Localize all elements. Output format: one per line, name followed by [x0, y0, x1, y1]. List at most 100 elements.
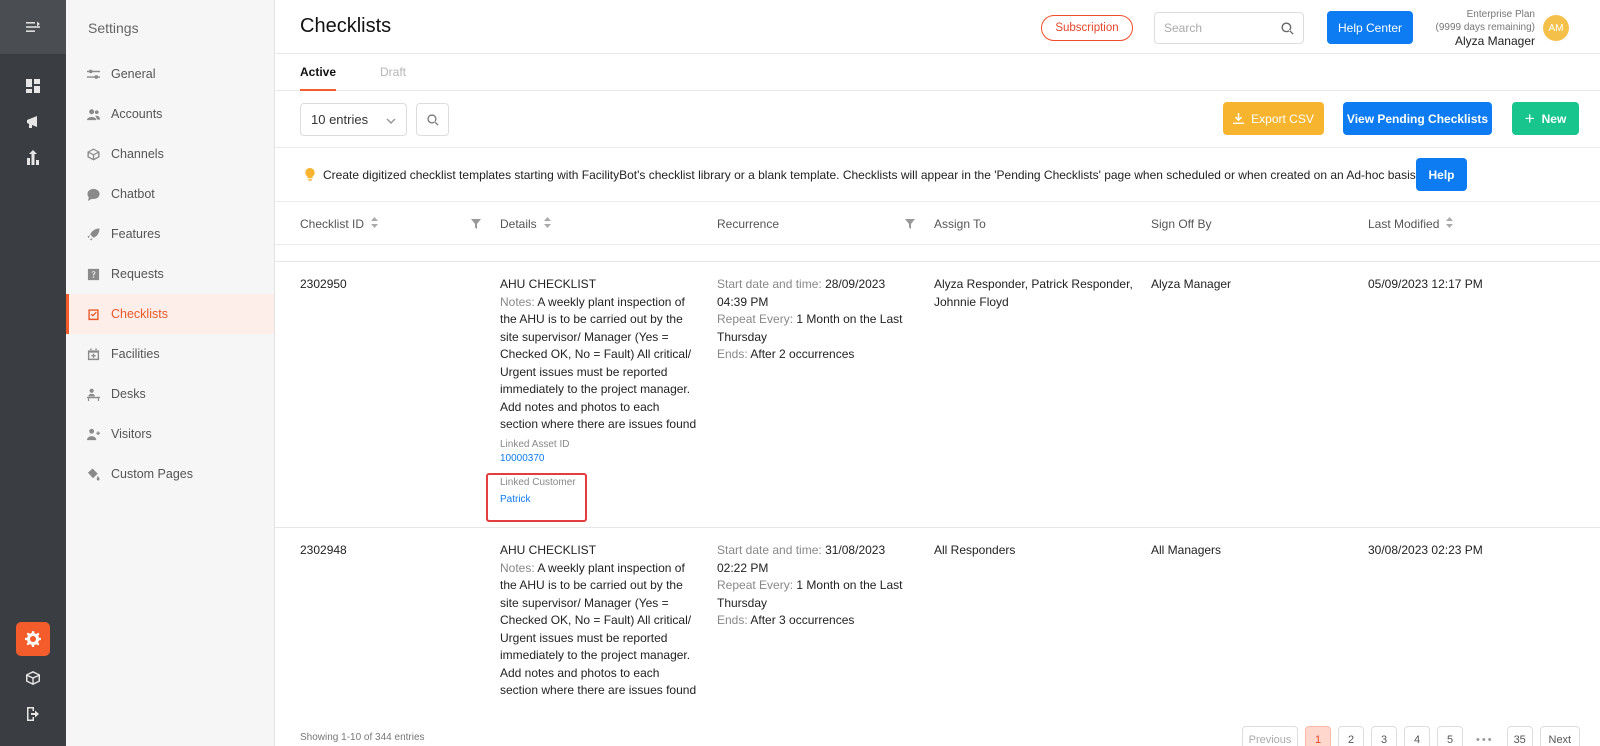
- page-button-3[interactable]: 3: [1371, 726, 1397, 746]
- sidebar-item-label: Visitors: [111, 427, 152, 441]
- page-button-1[interactable]: 1: [1305, 726, 1331, 746]
- user-name[interactable]: Alyza Manager: [1415, 34, 1535, 49]
- sidebar-item-custom-pages[interactable]: Custom Pages: [66, 454, 274, 494]
- sidebar-item-channels[interactable]: Channels: [66, 134, 274, 174]
- page-button-4[interactable]: 4: [1404, 726, 1430, 746]
- calendar-icon: [86, 347, 100, 361]
- filter-icon[interactable]: [905, 218, 915, 232]
- search-input[interactable]: [1164, 21, 1274, 35]
- checklist-icon: [86, 307, 100, 321]
- repeat-label: Repeat Every:: [717, 578, 794, 592]
- help-button[interactable]: Help: [1416, 158, 1467, 191]
- checklist-title: AHU CHECKLIST: [500, 543, 597, 557]
- column-header-checklist-id[interactable]: Checklist ID: [300, 217, 379, 231]
- view-pending-checklists-button[interactable]: View Pending Checklists: [1343, 102, 1492, 135]
- sort-icon: [1446, 217, 1454, 231]
- visitor-icon: [86, 427, 100, 441]
- next-page-button[interactable]: Next: [1539, 726, 1580, 746]
- notes-label: Notes:: [500, 294, 535, 309]
- plus-icon: +: [1524, 109, 1535, 128]
- app-rail: [0, 0, 66, 746]
- start-label: Start date and time:: [717, 543, 822, 557]
- last-modified-cell: 05/09/2023 12:17 PM: [1368, 277, 1483, 291]
- settings-sidebar: Settings General Accounts Channels Chatb…: [66, 0, 275, 746]
- sidebar-item-accounts[interactable]: Accounts: [66, 94, 274, 134]
- chevron-down-icon: [386, 118, 396, 125]
- table-search-button[interactable]: [416, 103, 449, 136]
- sidebar-item-features[interactable]: Features: [66, 214, 274, 254]
- sidebar-item-chatbot[interactable]: Chatbot: [66, 174, 274, 214]
- export-csv-button[interactable]: Export CSV: [1223, 102, 1324, 135]
- column-label: Details: [500, 217, 537, 231]
- sidebar-item-label: Requests: [111, 267, 164, 281]
- sidebar-item-desks[interactable]: Desks: [66, 374, 274, 414]
- checklist-title: AHU CHECKLIST: [500, 277, 597, 291]
- search-icon: [426, 113, 439, 126]
- column-label: Sign Off By: [1151, 217, 1212, 231]
- column-label: Checklist ID: [300, 217, 365, 231]
- sidebar-item-label: Chatbot: [111, 187, 155, 201]
- notes-text: A weekly plant inspection of the AHU is …: [500, 294, 697, 432]
- sidebar-item-requests[interactable]: Requests: [66, 254, 274, 294]
- sidebar-item-checklists[interactable]: Checklists: [66, 294, 274, 334]
- page-button-2[interactable]: 2: [1338, 726, 1364, 746]
- column-label: Recurrence: [717, 217, 780, 231]
- table-footer: Showing 1-10 of 344 entries Previous 1 2…: [275, 716, 1600, 746]
- column-label: Last Modified: [1368, 217, 1440, 231]
- sort-icon: [371, 217, 379, 231]
- top-header: Checklists Subscription Help Center Ente…: [275, 0, 1600, 54]
- lightbulb-icon: [305, 168, 315, 181]
- tab-draft[interactable]: Draft: [380, 54, 406, 91]
- avatar[interactable]: AM: [1543, 15, 1569, 41]
- menu-toggle[interactable]: [0, 0, 66, 54]
- column-header-assign-to: Assign To: [934, 217, 986, 231]
- status-tabs: Active Draft: [275, 54, 1600, 91]
- dashboard-icon[interactable]: [0, 68, 66, 104]
- linked-asset-link[interactable]: 10000370: [500, 452, 698, 466]
- sliders-icon: [86, 67, 100, 81]
- sidebar-item-general[interactable]: General: [66, 54, 274, 94]
- table-row[interactable]: 2302948 AHU CHECKLIST Notes: A weekly pl…: [275, 528, 1600, 716]
- ends-value: After 3 occurrences: [750, 613, 855, 627]
- repeat-label: Repeat Every:: [717, 312, 794, 326]
- page-button-last[interactable]: 35: [1506, 726, 1533, 746]
- logout-icon[interactable]: [0, 696, 66, 732]
- sidebar-title: Settings: [88, 20, 139, 36]
- checklist-id: 2302950: [300, 277, 347, 291]
- new-checklist-button[interactable]: + New: [1512, 102, 1579, 135]
- tab-active[interactable]: Active: [300, 54, 337, 91]
- linked-asset-label: Linked Asset ID: [500, 438, 570, 450]
- sidebar-item-label: Desks: [111, 387, 146, 401]
- settings-gear-icon[interactable]: [16, 622, 50, 656]
- page-button-5[interactable]: 5: [1437, 726, 1463, 746]
- help-center-button[interactable]: Help Center: [1327, 11, 1413, 44]
- column-header-details[interactable]: Details: [500, 217, 551, 231]
- question-icon: [86, 267, 100, 281]
- previous-page-button[interactable]: Previous: [1242, 726, 1298, 746]
- analytics-icon[interactable]: [0, 140, 66, 176]
- sidebar-item-label: Custom Pages: [111, 467, 193, 481]
- sidebar-item-label: Facilities: [111, 347, 160, 361]
- sidebar-item-visitors[interactable]: Visitors: [66, 414, 274, 454]
- rocket-icon: [86, 227, 100, 241]
- menu-collapse-icon: [26, 21, 40, 32]
- table-spacer-row: [275, 245, 1600, 262]
- new-label: New: [1541, 111, 1567, 126]
- sort-icon: [543, 217, 551, 231]
- paint-icon: [86, 467, 100, 481]
- megaphone-icon[interactable]: [0, 104, 66, 140]
- sidebar-item-label: Channels: [111, 147, 164, 161]
- checklist-notes: Notes: A weekly plant inspection of the …: [500, 294, 698, 434]
- plan-days-remaining: (9999 days remaining): [1435, 22, 1536, 33]
- filter-icon[interactable]: [471, 218, 481, 232]
- search-icon[interactable]: [1281, 21, 1294, 35]
- table-row[interactable]: 2302950 AHU CHECKLIST Notes: A weekly pl…: [275, 262, 1600, 528]
- package-icon[interactable]: [0, 660, 66, 696]
- subscription-button[interactable]: Subscription: [1041, 15, 1133, 41]
- checklist-id: 2302948: [300, 543, 347, 557]
- column-header-last-modified[interactable]: Last Modified: [1368, 217, 1454, 231]
- entries-per-page-select[interactable]: 10 entries: [300, 103, 407, 136]
- search-box: [1154, 12, 1304, 44]
- sidebar-item-facilities[interactable]: Facilities: [66, 334, 274, 374]
- checklist-notes: Notes: A weekly plant inspection of the …: [500, 560, 698, 700]
